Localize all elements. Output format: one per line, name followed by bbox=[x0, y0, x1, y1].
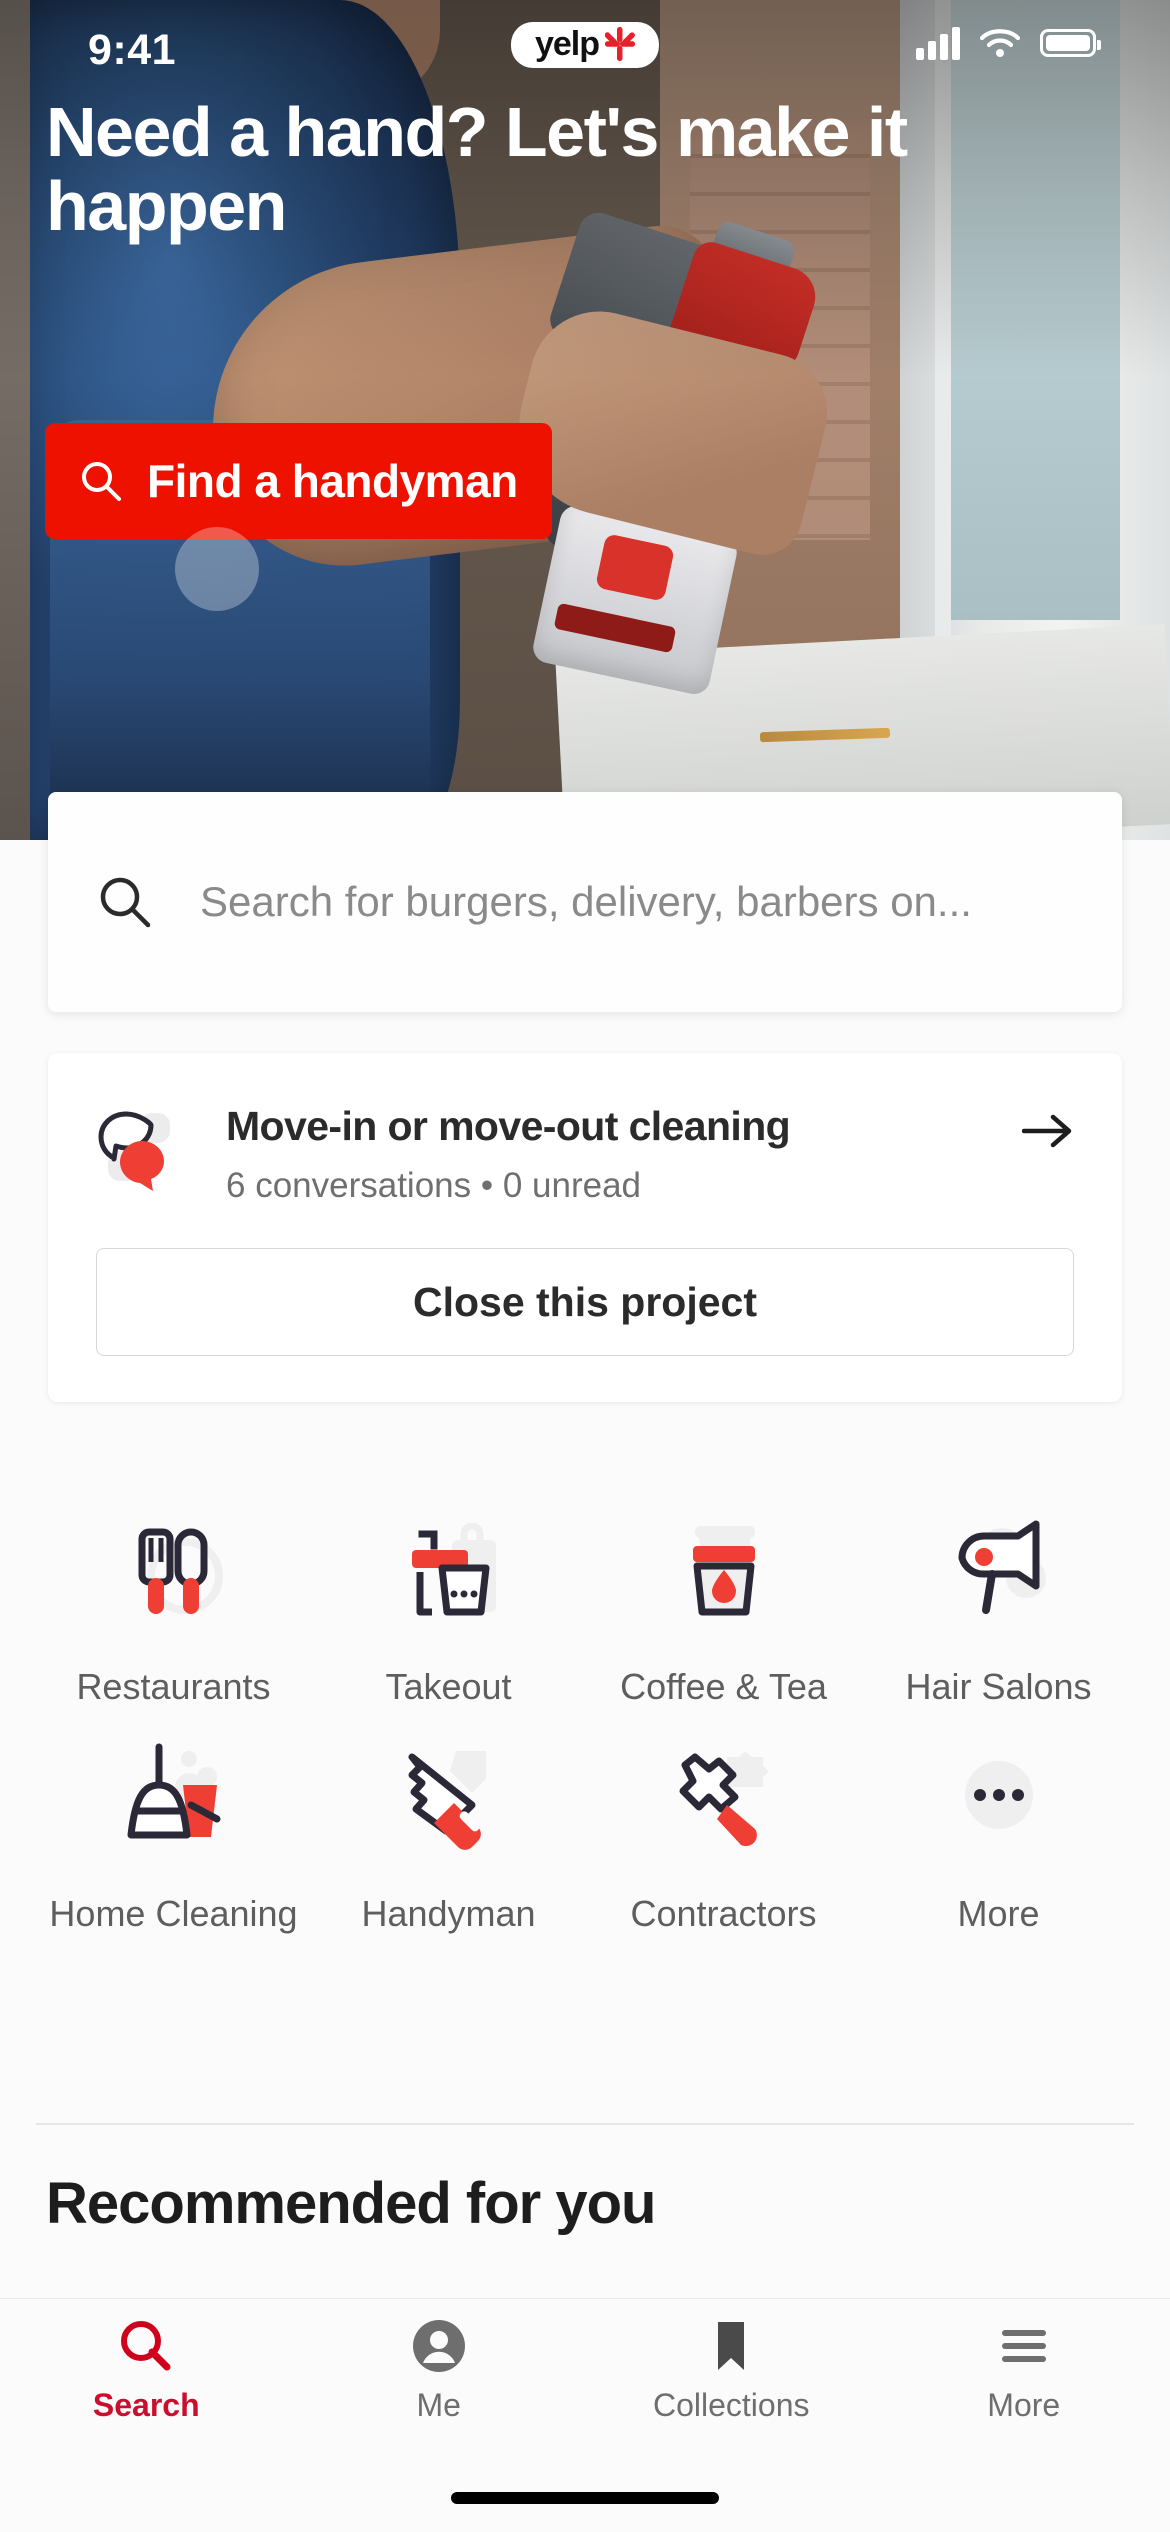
recommended-section-title: Recommended for you bbox=[46, 2171, 656, 2236]
status-bar-time: 9:41 bbox=[88, 26, 177, 74]
tab-collections[interactable]: Collections bbox=[585, 2317, 878, 2459]
battery-icon bbox=[1040, 29, 1101, 57]
ellipsis-icon bbox=[940, 1727, 1058, 1877]
tab-me[interactable]: Me bbox=[293, 2317, 586, 2459]
category-home-cleaning[interactable]: Home Cleaning bbox=[36, 1727, 311, 1936]
search-input[interactable]: Search for burgers, delivery, barbers on… bbox=[200, 878, 972, 926]
search-icon bbox=[121, 2321, 171, 2371]
person-circle-icon bbox=[412, 2320, 465, 2372]
category-contractors[interactable]: Contractors bbox=[586, 1727, 861, 1936]
category-label: Takeout bbox=[385, 1666, 512, 1707]
category-label: Home Cleaning bbox=[49, 1893, 298, 1934]
category-label: Restaurants bbox=[76, 1666, 271, 1707]
project-subtitle: 6 conversations • 0 unread bbox=[226, 1166, 642, 1205]
bottom-tab-bar: Search Me Collections More bbox=[0, 2298, 1170, 2532]
chat-bubbles-icon bbox=[98, 1111, 170, 1191]
category-hair-salons[interactable]: Hair Salons bbox=[861, 1500, 1136, 1709]
find-a-handyman-label: Find a handyman bbox=[147, 455, 518, 507]
project-title: Move-in or move-out cleaning bbox=[226, 1103, 791, 1149]
takeout-bag-icon bbox=[390, 1500, 508, 1650]
cellular-signal-icon bbox=[916, 26, 960, 60]
category-restaurants[interactable]: Restaurants bbox=[36, 1500, 311, 1709]
find-a-handyman-button[interactable]: Find a handyman bbox=[45, 423, 552, 539]
bookmark-icon bbox=[718, 2322, 745, 2370]
search-icon bbox=[82, 462, 121, 501]
category-coffee-tea[interactable]: Coffee & Tea bbox=[586, 1500, 861, 1709]
yelp-logo-text: yelp bbox=[534, 25, 600, 63]
project-card-text: Move-in or move-out cleaning 6 conversat… bbox=[226, 1095, 988, 1206]
yelp-logo: yelp bbox=[510, 22, 660, 68]
handsaw-icon bbox=[390, 1727, 508, 1877]
hair-dryer-icon bbox=[940, 1500, 1058, 1650]
tab-label: Search bbox=[92, 2387, 200, 2423]
category-label: Hair Salons bbox=[905, 1666, 1092, 1707]
category-label: Coffee & Tea bbox=[620, 1666, 827, 1707]
broom-bucket-icon bbox=[115, 1727, 233, 1877]
category-label: More bbox=[957, 1893, 1040, 1934]
home-indicator[interactable] bbox=[451, 2492, 719, 2504]
close-this-project-button[interactable]: Close this project bbox=[96, 1248, 1074, 1356]
utensils-icon bbox=[115, 1500, 233, 1650]
arrow-right-icon bbox=[1021, 1114, 1072, 1148]
hero-headline: Need a hand? Let's make it happen bbox=[46, 93, 908, 245]
search-bar[interactable]: Search for burgers, delivery, barbers on… bbox=[48, 792, 1122, 1012]
yelp-burst-icon bbox=[605, 27, 636, 61]
section-divider bbox=[36, 2123, 1134, 2125]
search-icon bbox=[100, 877, 151, 928]
tap-ripple-indicator bbox=[175, 527, 259, 611]
hamburger-menu-icon bbox=[1001, 2330, 1046, 2362]
category-grid: Restaurants Takeout Coffee & Tea Hair Sa… bbox=[36, 1500, 1136, 1936]
project-card: Move-in or move-out cleaning 6 conversat… bbox=[48, 1053, 1122, 1402]
hammer-icon bbox=[665, 1727, 783, 1877]
project-open-arrow-button[interactable] bbox=[1021, 1111, 1074, 1156]
category-label: Handyman bbox=[361, 1893, 536, 1934]
category-label: Contractors bbox=[630, 1893, 817, 1934]
tab-label: Collections bbox=[652, 2387, 810, 2423]
category-handyman[interactable]: Handyman bbox=[311, 1727, 586, 1936]
category-takeout[interactable]: Takeout bbox=[311, 1500, 586, 1709]
coffee-cup-icon bbox=[665, 1500, 783, 1650]
tab-label: Me bbox=[416, 2387, 461, 2423]
tab-more[interactable]: More bbox=[878, 2317, 1170, 2459]
wifi-icon bbox=[979, 29, 1021, 57]
app-screen: 9:41 yelp Need a hand? Let's make it hap… bbox=[0, 0, 1170, 2532]
tab-label: More bbox=[987, 2387, 1061, 2423]
category-more[interactable]: More bbox=[861, 1727, 1136, 1936]
status-bar-indicators bbox=[916, 26, 1101, 60]
tab-search[interactable]: Search bbox=[0, 2317, 293, 2459]
status-bar: 9:41 yelp bbox=[0, 0, 1170, 110]
